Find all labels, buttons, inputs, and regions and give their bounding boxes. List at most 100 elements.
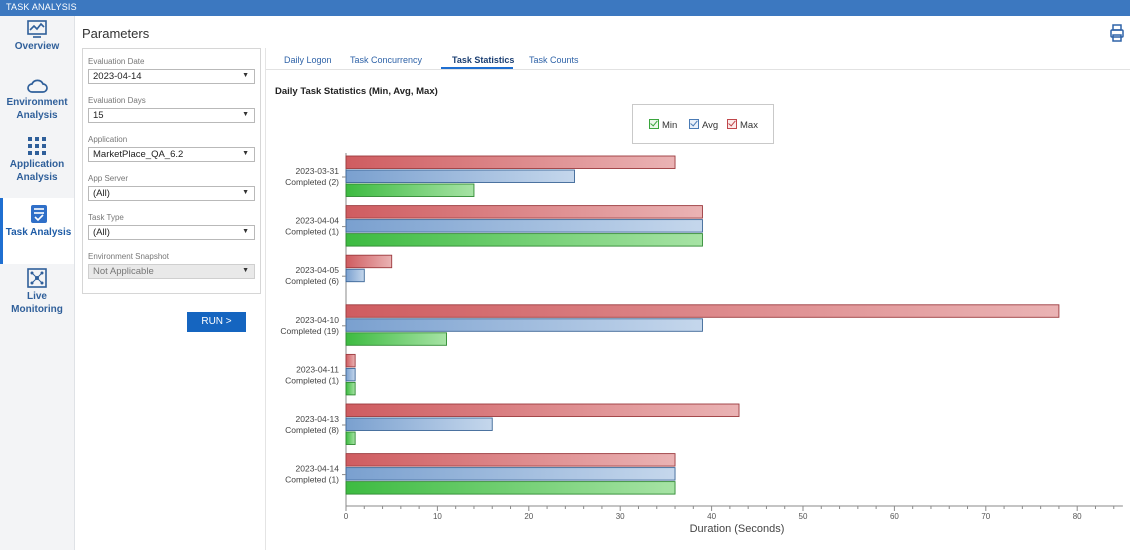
select-value: 2023-04-14 — [93, 71, 142, 82]
category-count-label: Completed (19) — [280, 326, 339, 336]
chart-title: Daily Task Statistics (Min, Avg, Max) — [275, 86, 438, 97]
bar-max — [345, 254, 393, 269]
run-button[interactable]: RUN > — [187, 312, 246, 332]
task-list-icon — [30, 205, 47, 223]
active-tab-indicator — [441, 67, 513, 69]
legend-label: Max — [740, 120, 758, 131]
checkbox-icon — [649, 119, 659, 129]
chart-legend: Min Avg Max — [632, 104, 774, 144]
network-icon — [27, 268, 47, 288]
legend-avg[interactable]: Avg — [689, 119, 718, 131]
category-date-label: 2023-04-10 — [296, 315, 340, 325]
category-date-label: 2023-04-13 — [296, 414, 340, 424]
evaluation-date-label: Evaluation Date — [88, 57, 145, 66]
category-count-label: Completed (1) — [285, 227, 339, 237]
x-tick-label: 20 — [524, 512, 533, 521]
legend-label: Avg — [702, 120, 719, 131]
nav-label: Overview — [14, 41, 60, 52]
panel-divider — [265, 48, 266, 550]
chevron-down-icon: ▼ — [242, 111, 249, 118]
parameters-heading: Parameters — [82, 26, 150, 41]
app-titlebar: TASK ANALYSIS — [0, 0, 1130, 16]
checkbox-icon — [689, 119, 699, 129]
bar-avg — [345, 268, 365, 283]
app-server-select[interactable]: (All) ▼ — [88, 186, 255, 201]
bar-avg — [345, 417, 493, 431]
nav-item-task-analysis[interactable]: Task Analysis — [0, 198, 74, 264]
nav-label: Environment Analysis — [6, 97, 68, 121]
bar-avg — [345, 318, 703, 332]
category-date-label: 2023-04-05 — [296, 265, 340, 275]
environment-snapshot-select: Not Applicable ▼ — [88, 264, 255, 279]
bar-max — [345, 453, 676, 467]
tab-daily-logon[interactable]: Daily Logon — [284, 55, 332, 65]
app-server-label: App Server — [88, 174, 129, 183]
bar-min — [345, 431, 356, 445]
environment-snapshot-label: Environment Snapshot — [88, 252, 169, 261]
print-icon[interactable] — [1110, 24, 1124, 42]
x-axis-title: Duration (Seconds) — [690, 523, 785, 535]
x-tick-label: 60 — [890, 512, 899, 521]
select-value: MarketPlace_QA_6.2 — [93, 149, 184, 160]
tab-bar: Daily Logon Task Concurrency Task Statis… — [266, 48, 1130, 70]
evaluation-days-select[interactable]: 15 ▼ — [88, 108, 255, 123]
select-value: 15 — [93, 110, 104, 121]
nav-item-application-analysis[interactable]: Application Analysis — [0, 136, 74, 184]
chevron-down-icon: ▼ — [242, 189, 249, 196]
bar-max — [345, 155, 676, 169]
bar-max — [345, 403, 740, 417]
bar-max — [345, 205, 703, 219]
nav-item-environment-analysis[interactable]: Environment Analysis — [0, 78, 74, 122]
bar-min — [345, 183, 475, 197]
category-count-label: Completed (2) — [285, 177, 339, 187]
category-date-label: 2023-04-11 — [296, 364, 339, 374]
bar-min — [345, 381, 356, 396]
nav-label: Task Analysis — [5, 227, 72, 238]
tab-task-concurrency[interactable]: Task Concurrency — [350, 55, 422, 65]
bar-max — [345, 304, 1060, 318]
nav-label: Live Monitoring — [11, 291, 63, 315]
legend-label: Min — [662, 120, 678, 131]
bar-min — [345, 233, 703, 247]
legend-min[interactable]: Min — [649, 119, 677, 131]
x-tick-label: 50 — [799, 512, 808, 521]
parameters-panel: Evaluation Date 2023-04-14 ▼ Evaluation D… — [82, 48, 261, 294]
application-select[interactable]: MarketPlace_QA_6.2 ▼ — [88, 147, 255, 162]
chart-line-icon — [27, 20, 47, 38]
evaluation-days-label: Evaluation Days — [88, 96, 146, 105]
category-count-label: Completed (1) — [285, 375, 339, 385]
bar-avg — [345, 169, 575, 183]
bar-avg — [345, 467, 676, 481]
category-date-label: 2023-03-31 — [296, 166, 340, 176]
select-value: Not Applicable — [93, 266, 154, 277]
select-value: (All) — [93, 188, 110, 199]
category-date-label: 2023-04-14 — [296, 464, 340, 474]
grid-icon — [28, 137, 46, 155]
task-type-label: Task Type — [88, 213, 124, 222]
category-count-label: Completed (1) — [285, 475, 339, 485]
bar-min — [345, 332, 447, 346]
cloud-icon — [27, 79, 48, 93]
chevron-down-icon: ▼ — [242, 267, 249, 274]
bar-max — [345, 353, 356, 368]
task-type-select[interactable]: (All) ▼ — [88, 225, 255, 240]
legend-max[interactable]: Max — [727, 119, 758, 131]
tab-task-counts[interactable]: Task Counts — [529, 55, 579, 65]
chevron-down-icon: ▼ — [242, 150, 249, 157]
x-tick-label: 0 — [344, 512, 349, 521]
nav-item-overview[interactable]: Overview — [0, 20, 74, 53]
nav-item-live-monitoring[interactable]: Live Monitoring — [0, 268, 74, 316]
bar-avg — [345, 367, 356, 382]
evaluation-date-select[interactable]: 2023-04-14 ▼ — [88, 69, 255, 84]
x-tick-label: 10 — [433, 512, 442, 521]
checkbox-icon — [727, 119, 737, 129]
chevron-down-icon: ▼ — [242, 228, 249, 235]
tab-task-statistics[interactable]: Task Statistics — [452, 55, 514, 65]
application-label: Application — [88, 135, 128, 144]
side-nav: Overview Environment Analysis Applicatio… — [0, 16, 75, 550]
category-date-label: 2023-04-04 — [296, 216, 340, 226]
bar-min — [345, 481, 676, 495]
x-tick-label: 40 — [707, 512, 716, 521]
category-count-label: Completed (8) — [285, 425, 339, 435]
nav-label: Application Analysis — [9, 159, 65, 183]
